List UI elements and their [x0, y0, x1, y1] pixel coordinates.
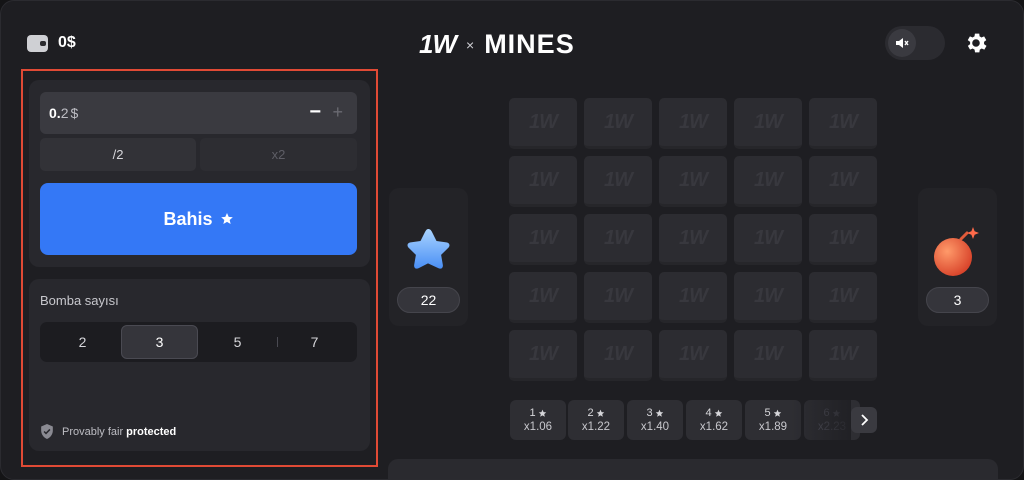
tile-logo: 1W [679, 226, 708, 249]
tile-logo: 1W [604, 226, 633, 249]
grid-tile[interactable]: 1W [809, 98, 877, 149]
tile-logo: 1W [754, 226, 783, 249]
star-gem-icon [407, 229, 450, 269]
chevron-right-icon [861, 414, 869, 426]
star-icon [832, 409, 840, 417]
multiplier-step: 6 [823, 407, 840, 419]
wallet: 0$ [27, 34, 76, 52]
multiplier-step-number: 4 [705, 407, 712, 419]
brand-separator: × [466, 36, 475, 53]
grid-tile[interactable]: 1W [734, 272, 802, 323]
grid-tile[interactable]: 1W [659, 214, 727, 265]
grid-tile[interactable]: 1W [809, 272, 877, 323]
tile-logo: 1W [679, 168, 708, 191]
left-panel-highlight [21, 69, 378, 467]
star-icon [773, 409, 781, 417]
multiplier-step: 1 [529, 407, 546, 419]
brand-logo: 1W [419, 29, 457, 59]
tile-logo: 1W [754, 342, 783, 365]
tile-logo: 1W [829, 284, 858, 307]
tile-logo: 1W [754, 284, 783, 307]
multiplier-step-number: 5 [764, 407, 771, 419]
tile-logo: 1W [829, 110, 858, 133]
grid-tile[interactable]: 1W [809, 156, 877, 207]
tile-logo: 1W [604, 110, 633, 133]
star-icon [655, 409, 663, 417]
multiplier-chip: 1 x1.06 [510, 400, 566, 440]
multiplier-value: x1.22 [581, 421, 611, 433]
tile-logo: 1W [754, 110, 783, 133]
grid-tile[interactable]: 1W [659, 98, 727, 149]
multiplier-chip: 3 x1.40 [627, 400, 683, 440]
gems-count: 22 [397, 287, 460, 313]
sound-toggle[interactable] [885, 26, 945, 60]
multiplier-step-number: 6 [823, 407, 830, 419]
multiplier-value: x2.23 [817, 421, 847, 433]
multiplier-value: x1.62 [699, 421, 729, 433]
multiplier-step-number: 1 [529, 407, 536, 419]
tile-logo: 1W [529, 168, 558, 191]
grid-tile[interactable]: 1W [584, 214, 652, 265]
bottom-panel [388, 459, 998, 479]
tile-logo: 1W [679, 342, 708, 365]
multiplier-step-number: 2 [587, 407, 594, 419]
grid-tile[interactable]: 1W [809, 330, 877, 381]
tile-logo: 1W [829, 342, 858, 365]
star-icon [596, 409, 604, 417]
tile-logo: 1W [754, 168, 783, 191]
grid-tile[interactable]: 1W [509, 214, 577, 265]
gear-icon[interactable] [963, 30, 989, 56]
tile-logo: 1W [529, 342, 558, 365]
tile-logo: 1W [529, 284, 558, 307]
grid-tile[interactable]: 1W [509, 156, 577, 207]
brand: 1W × MINES [419, 29, 575, 60]
bomb-icon [934, 227, 979, 276]
grid-tile[interactable]: 1W [509, 330, 577, 381]
multiplier-chip: 2 x1.22 [568, 400, 624, 440]
grid-tile[interactable]: 1W [659, 330, 727, 381]
wallet-icon [27, 34, 48, 52]
star-icon [714, 409, 722, 417]
tile-logo: 1W [604, 168, 633, 191]
multiplier-step: 3 [646, 407, 663, 419]
grid-tile[interactable]: 1W [584, 330, 652, 381]
grid-tile[interactable]: 1W [584, 272, 652, 323]
tile-logo: 1W [604, 284, 633, 307]
multiplier-step: 5 [764, 407, 781, 419]
mines-game-window: 0$ 1W × MINES 0. 2 $ − + /2 x2 Bahis Bomb… [0, 0, 1024, 480]
grid-tile[interactable]: 1W [734, 214, 802, 265]
tile-logo: 1W [529, 110, 558, 133]
grid-tile[interactable]: 1W [734, 156, 802, 207]
tile-logo: 1W [679, 284, 708, 307]
tile-logo: 1W [529, 226, 558, 249]
multiplier-value: x1.40 [640, 421, 670, 433]
star-icon [538, 409, 546, 417]
tile-logo: 1W [679, 110, 708, 133]
multiplier-step-number: 3 [646, 407, 653, 419]
bombs-count: 3 [926, 287, 989, 313]
grid-tile[interactable]: 1W [659, 156, 727, 207]
grid-tile[interactable]: 1W [734, 98, 802, 149]
grid-tile[interactable]: 1W [659, 272, 727, 323]
multiplier-value: x1.06 [523, 421, 553, 433]
multiplier-value: x1.89 [758, 421, 788, 433]
grid-tile[interactable]: 1W [509, 272, 577, 323]
tile-logo: 1W [829, 226, 858, 249]
grid-tile[interactable]: 1W [584, 98, 652, 149]
grid-tile[interactable]: 1W [734, 330, 802, 381]
multiplier-step: 4 [705, 407, 722, 419]
tile-logo: 1W [829, 168, 858, 191]
grid-tile[interactable]: 1W [584, 156, 652, 207]
multiplier-chip: 4 x1.62 [686, 400, 742, 440]
multiplier-chip: 5 x1.89 [745, 400, 801, 440]
brand-title: MINES [484, 29, 575, 59]
grid-tile[interactable]: 1W [509, 98, 577, 149]
balance: 0$ [58, 34, 76, 51]
tile-logo: 1W [604, 342, 633, 365]
grid-tile[interactable]: 1W [809, 214, 877, 265]
speaker-muted-icon [888, 29, 916, 57]
multiplier-step: 2 [587, 407, 604, 419]
next-multipliers-button[interactable] [851, 407, 877, 433]
